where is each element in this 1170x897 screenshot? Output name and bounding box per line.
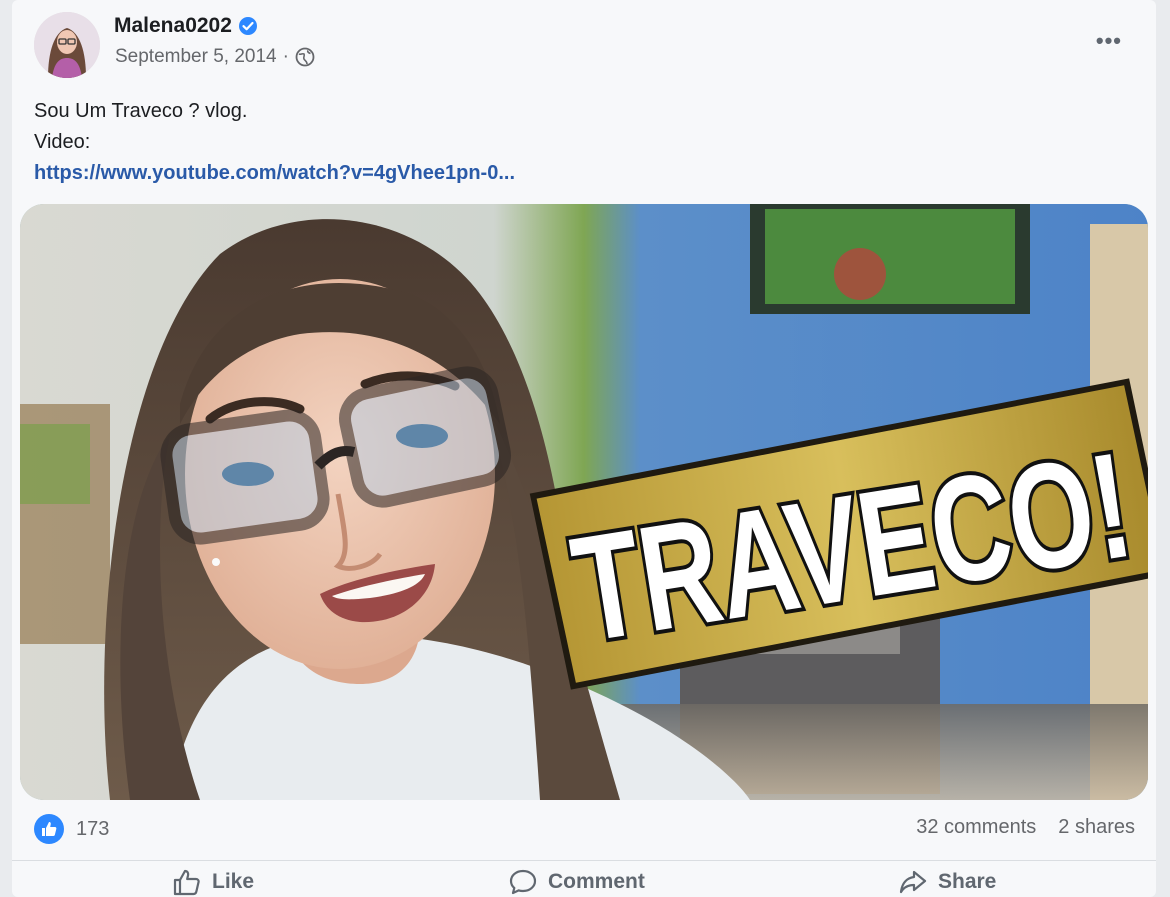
like-reaction-icon — [34, 814, 64, 844]
more-options-icon[interactable]: ••• — [1096, 28, 1122, 54]
share-icon — [899, 870, 927, 894]
globe-icon — [295, 47, 315, 67]
shares-count[interactable]: 2 shares — [1058, 816, 1135, 839]
post-text-line2: Video: — [34, 131, 91, 153]
share-button[interactable]: Share — [898, 867, 996, 897]
avatar-image — [34, 12, 100, 78]
video-thumbnail[interactable]: TRAVECO! — [20, 204, 1148, 800]
author-name-text[interactable]: Malena0202 — [114, 14, 232, 38]
engagement-counts: 173 32 comments 2 shares — [34, 814, 1135, 846]
like-button[interactable]: Like — [172, 867, 254, 897]
facebook-post: Malena0202 September 5, 2014 · ••• Sou U… — [12, 0, 1156, 897]
avatar[interactable] — [34, 12, 100, 78]
like-count-text: 173 — [76, 817, 110, 840]
like-count[interactable]: 173 — [34, 814, 109, 844]
post-meta: September 5, 2014 · — [115, 46, 315, 68]
author-name[interactable]: Malena0202 — [114, 14, 258, 38]
verified-badge-icon — [238, 17, 257, 35]
comment-button[interactable]: Comment — [508, 867, 645, 897]
comment-button-label: Comment — [548, 870, 645, 893]
post-date[interactable]: September 5, 2014 — [115, 46, 277, 68]
post-text: Sou Um Traveco ? vlog. Video: https://ww… — [34, 96, 515, 189]
thumbs-up-icon — [173, 869, 200, 896]
meta-separator: · — [282, 46, 289, 67]
youtube-link[interactable]: https://www.youtube.com/watch?v=4gVhee1p… — [34, 158, 515, 189]
share-button-label: Share — [938, 870, 997, 893]
thumbnail-image: TRAVECO! — [20, 204, 1148, 800]
like-button-label: Like — [212, 870, 255, 893]
comment-icon — [509, 869, 537, 895]
action-bar: Like Comment Share — [12, 860, 1156, 897]
comments-count[interactable]: 32 comments — [916, 816, 1036, 839]
post-text-line1: Sou Um Traveco ? vlog. — [34, 100, 248, 122]
